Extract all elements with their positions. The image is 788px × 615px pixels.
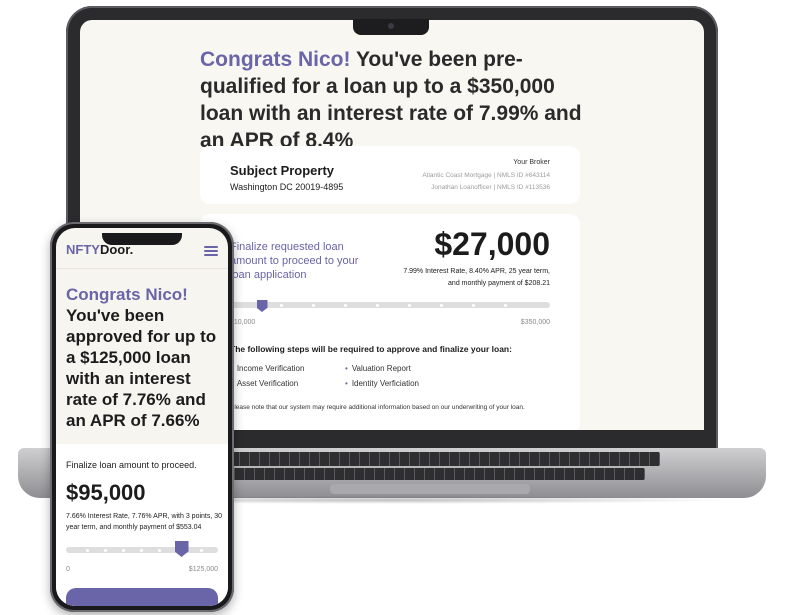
laptop-headline: Congrats Nico! You've been pre-qualified… <box>200 46 600 154</box>
keyboard <box>200 452 660 466</box>
slider-tick <box>140 549 143 552</box>
slider-tick <box>408 304 411 307</box>
slider-max-label: $350,000 <box>520 319 550 326</box>
broker-title: Your Broker <box>513 159 550 166</box>
slider-handle[interactable] <box>174 541 189 557</box>
loan-amount-slider[interactable] <box>66 547 218 553</box>
header-divider <box>56 268 228 269</box>
slider-tick <box>280 304 283 307</box>
slider-tick <box>312 304 315 307</box>
underwriting-note: Please note that our system may require … <box>230 404 525 411</box>
slider-tick <box>122 549 125 552</box>
brand-logo[interactable]: NFTYDoor. <box>66 242 133 257</box>
headline-text: You've been approved for up to a $125,00… <box>66 306 217 430</box>
phone-headline: Congrats Nico! You've been approved for … <box>66 284 224 431</box>
steps-title: The following steps will be required to … <box>230 344 512 354</box>
broker-company: Atlantic Coast Mortgage | NMLS ID #64311… <box>422 172 550 179</box>
phone-loan-card: Finalize loan amount to proceed. $95,000… <box>56 444 228 606</box>
hamburger-menu-icon[interactable] <box>204 246 218 256</box>
slider-max-label: $125,000 <box>188 566 218 573</box>
subject-property-card: Subject Property Washington DC 20019-489… <box>200 146 580 204</box>
brand-logo-part: NFTY <box>66 242 100 257</box>
slider-tick <box>200 549 203 552</box>
slider-tick <box>158 549 161 552</box>
property-address: Washington DC 20019-4895 <box>230 182 344 192</box>
step-item: Valuation Report <box>345 364 411 373</box>
loan-prompt: Finalize loan amount to proceed. <box>66 460 197 470</box>
brand-logo-part: Door. <box>99 242 134 257</box>
loan-amount: $27,000 <box>434 226 550 262</box>
loan-amount: $95,000 <box>66 480 146 505</box>
loan-terms: 7.66% Interest Rate, 7.76% APR, with 3 p… <box>66 513 223 531</box>
slider-tick <box>376 304 379 307</box>
slider-tick <box>86 549 89 552</box>
step-item: Asset Verification <box>230 379 298 388</box>
broker-officer: Jonathan Loanofficer | NMLS ID #113536 <box>431 184 550 191</box>
camera-icon <box>388 23 394 29</box>
slider-tick <box>344 304 347 307</box>
slider-min-label: 0 <box>66 566 70 573</box>
trackpad <box>330 484 530 494</box>
slider-tick <box>440 304 443 307</box>
loan-prompt: Finalize requested loan amount to procee… <box>230 241 359 281</box>
property-title: Subject Property <box>230 163 335 178</box>
loan-amount-slider[interactable] <box>230 302 550 308</box>
laptop-notch <box>353 19 429 35</box>
slider-handle[interactable] <box>256 300 268 312</box>
step-item: Income Verification <box>230 364 305 373</box>
headline-greeting: Congrats Nico! <box>66 285 188 304</box>
slider-tick <box>472 304 475 307</box>
keyboard-row <box>215 468 645 480</box>
loan-terms: 7.99% Interest Rate, 8.40% APR, 25 year … <box>403 268 550 287</box>
slider-tick <box>504 304 507 307</box>
step-item: Identity Verficiation <box>345 379 419 388</box>
slider-tick <box>104 549 107 552</box>
headline-greeting: Congrats Nico! <box>200 48 351 71</box>
continue-button[interactable] <box>66 588 218 606</box>
loan-card: Finalize requested loan amount to procee… <box>200 214 580 430</box>
phone-screen: NFTYDoor. Congrats Nico! You've been app… <box>56 228 228 606</box>
